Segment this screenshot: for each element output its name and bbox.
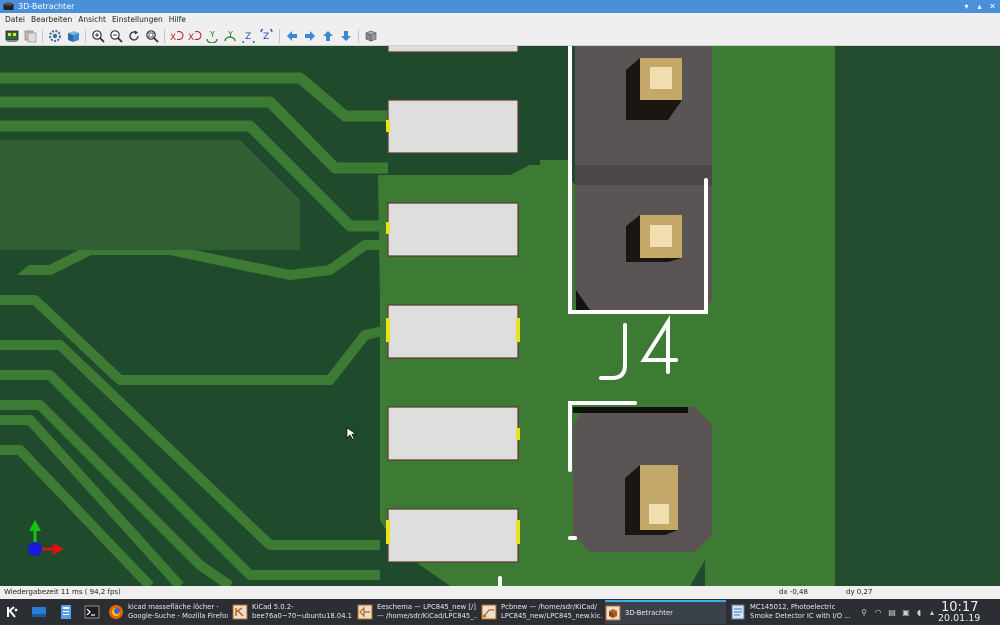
task-3d-viewer[interactable]: 3D-Betrachter [605, 600, 726, 624]
svg-text:Z: Z [263, 32, 269, 42]
close-icon[interactable]: ✕ [987, 1, 998, 12]
settings-icon[interactable] [46, 28, 64, 45]
rotate-y-ccw-icon[interactable]: Y [222, 28, 240, 45]
volume-icon[interactable]: ◖ [913, 606, 925, 618]
usb-icon[interactable]: ⚲ [858, 606, 870, 618]
tray-expand-icon[interactable]: ▴ [927, 606, 937, 618]
clipboard-icon[interactable]: ▤ [886, 606, 898, 618]
app-icon [2, 1, 15, 12]
redraw-icon[interactable] [125, 28, 143, 45]
toolbar-separator [164, 29, 165, 43]
clock-date[interactable]: 20.01.19 [938, 613, 980, 624]
menu-bar: Datei Bearbeiten Ansicht Einstellungen H… [0, 13, 1000, 27]
toolbar-separator [85, 29, 86, 43]
menu-datei[interactable]: Datei [2, 13, 28, 27]
menu-einstellungen[interactable]: Einstellungen [109, 13, 166, 27]
orthographic-icon[interactable] [362, 28, 380, 45]
toolbar-separator [358, 29, 359, 43]
arrow-right-icon[interactable] [301, 28, 319, 45]
pcb-render: J4 [0, 46, 1000, 586]
zoom-out-icon[interactable] [107, 28, 125, 45]
arrow-down-icon[interactable] [337, 28, 355, 45]
task-firefox[interactable]: kicad massefläche löcher - Google-Suche -… [108, 600, 228, 624]
svg-text:Y: Y [209, 30, 215, 39]
dx-readout: dx -0,48 [779, 588, 808, 596]
updates-icon[interactable]: ▣ [900, 606, 912, 618]
menu-ansicht[interactable]: Ansicht [75, 13, 109, 27]
firefox-icon [109, 605, 123, 619]
maximize-icon[interactable]: ▴ [974, 1, 985, 12]
terminal-icon[interactable] [84, 604, 100, 620]
rotate-y-cw-icon[interactable]: Y [204, 28, 222, 45]
menu-bearbeiten[interactable]: Bearbeiten [28, 13, 75, 27]
svg-text:X: X [170, 33, 176, 43]
toolbar-separator [42, 29, 43, 43]
rotate-x-cw-icon[interactable]: X [168, 28, 186, 45]
file-manager-icon[interactable] [58, 604, 74, 620]
kicad-icon [232, 604, 248, 620]
title-bar: 3D-Betrachter ▾ ▴ ✕ [0, 0, 1000, 13]
arrow-up-icon[interactable] [319, 28, 337, 45]
eeschema-icon [357, 604, 373, 620]
toolbar-separator [279, 29, 280, 43]
pcbnew-icon [481, 604, 497, 620]
3d-viewer-icon [605, 605, 621, 621]
dy-readout: dy 0,27 [846, 588, 873, 596]
rotate-z-ccw-icon[interactable]: Z [258, 28, 276, 45]
desktop-icon[interactable] [31, 604, 47, 620]
svg-text:Z: Z [245, 32, 251, 42]
task-pcbnew[interactable]: Pcbnew — /home/sdr/KiCad/LPC845_new/LPC8… [481, 600, 602, 624]
status-bar: Wiedergabezeit 11 ms ( 94,2 fps) dx -0,4… [0, 586, 1000, 599]
svg-text:X: X [188, 33, 194, 43]
render-time: Wiedergabezeit 11 ms ( 94,2 fps) [4, 588, 121, 596]
task-kicad[interactable]: KiCad 5.0.2- bee76a0~70~ubuntu18.04.1 ... [232, 600, 352, 624]
network-icon[interactable]: ◠ [872, 606, 884, 618]
3d-box-icon[interactable] [64, 28, 82, 45]
menu-hilfe[interactable]: Hilfe [166, 13, 189, 27]
3d-viewport[interactable]: J4 [0, 46, 1000, 586]
task-eeschema[interactable]: Eeschema — LPC845_new [/] — /home/sdr/KiC… [357, 600, 477, 624]
rotate-x-ccw-icon[interactable]: X [186, 28, 204, 45]
render-view-icon[interactable] [3, 28, 21, 45]
taskbar: kicad massefläche löcher - Google-Suche -… [0, 599, 1000, 625]
copy-icon[interactable] [21, 28, 39, 45]
zoom-in-icon[interactable] [89, 28, 107, 45]
kde-launcher-icon[interactable] [4, 604, 20, 620]
document-viewer-icon [731, 604, 745, 620]
rotate-z-cw-icon[interactable]: Z [240, 28, 258, 45]
arrow-left-icon[interactable] [283, 28, 301, 45]
window-title: 3D-Betrachter [18, 2, 75, 11]
minimize-icon[interactable]: ▾ [961, 1, 972, 12]
zoom-fit-icon[interactable] [143, 28, 161, 45]
toolbar: X X Y Y Z Z [0, 27, 1000, 46]
task-pdf-viewer[interactable]: MC145012, Photoelectric Smoke Detector IC… [730, 600, 854, 624]
